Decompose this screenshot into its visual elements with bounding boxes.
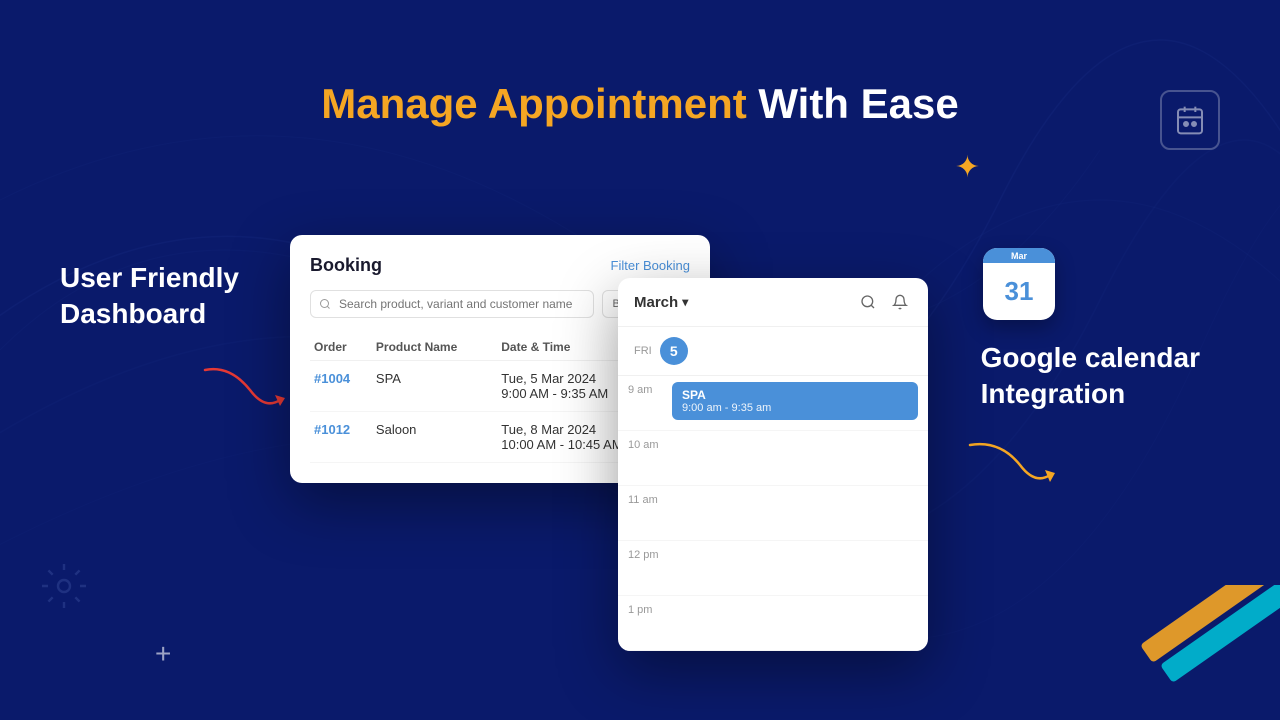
booking-card-header: Booking Filter Booking bbox=[310, 255, 690, 276]
time-row: 9 am SPA 9:00 am - 9:35 am bbox=[618, 376, 928, 431]
left-line1: User Friendly bbox=[60, 260, 239, 296]
day-label: Fri bbox=[634, 345, 652, 357]
star-decoration: ✦ bbox=[955, 150, 980, 185]
calendar-card: March ▾ Fri 5 9 am SPA 9:00 am - 9:35 am… bbox=[618, 278, 928, 651]
time-content bbox=[668, 596, 928, 608]
time-row: 1 pm bbox=[618, 596, 928, 651]
spa-event: SPA 9:00 am - 9:35 am bbox=[672, 382, 918, 420]
plus-decoration: + bbox=[155, 638, 171, 670]
right-line2: Integration bbox=[981, 376, 1200, 412]
day-number-badge: 5 bbox=[660, 337, 688, 365]
heading-white-part: With Ease bbox=[758, 80, 958, 127]
calendar-action-icons bbox=[856, 290, 912, 314]
time-content bbox=[668, 541, 928, 553]
calendar-search-icon[interactable] bbox=[856, 290, 880, 314]
time-slots-container: 9 am SPA 9:00 am - 9:35 am 10 am 11 am 1… bbox=[618, 376, 928, 651]
search-input[interactable] bbox=[310, 290, 594, 318]
heading-orange: Manage Appointment bbox=[321, 80, 746, 127]
arrow-left-decoration bbox=[200, 360, 290, 415]
gcal-day-number: 31 bbox=[983, 263, 1055, 320]
calendar-header: March ▾ bbox=[618, 278, 928, 327]
calendar-month: March ▾ bbox=[634, 294, 688, 311]
time-row: 12 pm bbox=[618, 541, 928, 596]
time-content: SPA 9:00 am - 9:35 am bbox=[668, 376, 928, 426]
time-content bbox=[668, 486, 928, 498]
gcal-month-label: Mar bbox=[983, 248, 1055, 263]
time-label: 11 am bbox=[618, 486, 668, 506]
main-heading: Manage Appointment With Ease bbox=[321, 80, 958, 128]
booking-icon-decoration bbox=[1160, 90, 1220, 150]
time-label: 1 pm bbox=[618, 596, 668, 616]
order-link[interactable]: #1012 bbox=[314, 422, 350, 437]
time-row: 11 am bbox=[618, 486, 928, 541]
right-section-text: Google calendar Integration bbox=[981, 340, 1200, 413]
gcal-app-icon: Mar 31 bbox=[983, 248, 1055, 320]
product-cell: Saloon bbox=[372, 412, 497, 463]
corner-decoration bbox=[1060, 585, 1280, 720]
time-label: 10 am bbox=[618, 431, 668, 451]
calendar-notification-icon[interactable] bbox=[888, 290, 912, 314]
filter-booking-button[interactable]: Filter Booking bbox=[611, 258, 690, 273]
right-line1: Google calendar bbox=[981, 340, 1200, 376]
gear-icon-decoration bbox=[40, 562, 88, 620]
time-label: 12 pm bbox=[618, 541, 668, 561]
time-content bbox=[668, 431, 928, 443]
product-cell: SPA bbox=[372, 361, 497, 412]
arrow-right-decoration bbox=[960, 430, 1060, 495]
time-label: 9 am bbox=[618, 376, 668, 396]
chevron-down-icon: ▾ bbox=[682, 295, 688, 309]
col-order: Order bbox=[310, 334, 372, 361]
left-line2: Dashboard bbox=[60, 296, 239, 332]
col-product: Product Name bbox=[372, 334, 497, 361]
time-row: 10 am bbox=[618, 431, 928, 486]
left-section-text: User Friendly Dashboard bbox=[60, 260, 239, 333]
order-link[interactable]: #1004 bbox=[314, 371, 350, 386]
calendar-day-header: Fri 5 bbox=[618, 327, 928, 376]
booking-card-title: Booking bbox=[310, 255, 382, 276]
